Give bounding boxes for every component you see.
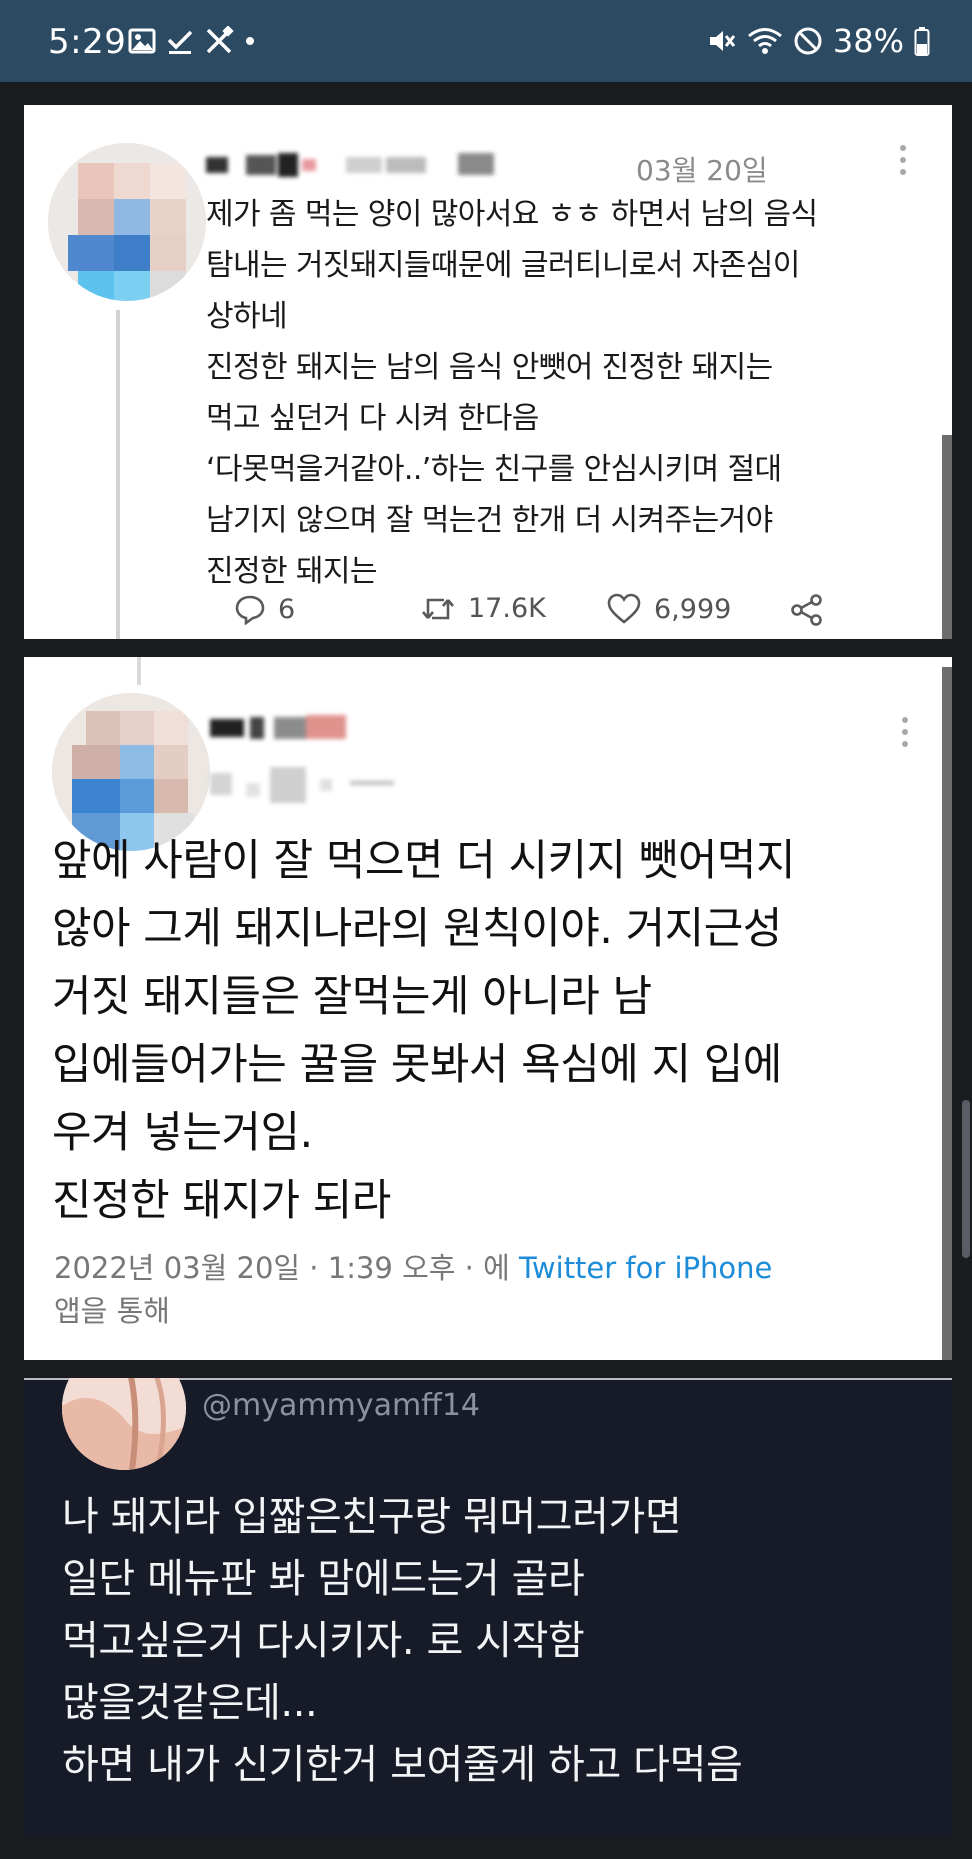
- tweet-actions: 6 17.6K 6,999: [208, 593, 848, 633]
- blurred-username: [206, 153, 506, 177]
- tweet-line: 앞에 사람이 잘 먹으면 더 시키지 뺏어먹지: [52, 836, 796, 886]
- tweet-text: 제가 좀 먹는 양이 많아서요 ㅎㅎ 하면서 남의 음식 탐내는 거짓돼지들때문…: [206, 189, 926, 597]
- reply-tweet[interactable]: @myammyamff14 나 돼지라 입짧은친구랑 뭐머그러가면 일단 메뉴판…: [24, 1378, 952, 1837]
- reply-button[interactable]: 6: [234, 593, 295, 625]
- avatar[interactable]: [62, 1378, 186, 1470]
- wifi-icon: [747, 26, 783, 56]
- status-bar: 5:29 38%: [0, 0, 972, 82]
- check-icon: [166, 27, 194, 55]
- reply-icon: [234, 593, 266, 625]
- tweet-card-2[interactable]: 앞에 사람이 잘 먹으면 더 시키지 뺏어먹지 않아 그게 돼지나라의 원칙이야…: [24, 657, 952, 1360]
- tweet-line: 제가 좀 먹는 양이 많아서요 ㅎㅎ 하면서 남의 음식: [206, 197, 818, 232]
- client-link[interactable]: Twitter for iPhone: [519, 1251, 772, 1285]
- reply-line: 먹고싶은거 다시키자. 로 시작함: [62, 1618, 585, 1664]
- like-count: 6,999: [654, 593, 732, 625]
- share-icon: [790, 593, 824, 627]
- tools-icon: [204, 26, 234, 56]
- tweet-timestamp: 2022년 03월 20일 · 1:39 오후 · 에: [54, 1251, 519, 1285]
- tweet-line: 진정한 돼지가 되라: [52, 1176, 391, 1226]
- tweet-line: 입에들어가는 꿀을 못봐서 욕심에 지 입에: [52, 1040, 782, 1090]
- status-time: 5:29: [48, 22, 127, 62]
- thread-line-top: [137, 657, 141, 685]
- battery-icon: [914, 26, 930, 56]
- image-icon: [128, 27, 156, 55]
- retweet-button[interactable]: 17.6K: [420, 593, 546, 624]
- tweet-line: 탐내는 거짓돼지들때문에 글러티니로서 자존심이: [206, 248, 800, 283]
- blurred-handle: [210, 763, 470, 803]
- client-suffix: 앱을 통해: [54, 1294, 170, 1328]
- like-button[interactable]: 6,999: [606, 593, 731, 625]
- tweet-line: 않아 그게 돼지나라의 원칙이야. 거지근성: [52, 904, 782, 954]
- tweet-line: 남기지 않으며 잘 먹는건 한개 더 시켜주는거야: [206, 503, 773, 538]
- tweet-line: ‘다못먹을거같아..’하는 친구를 안심시키며 절대: [206, 452, 782, 487]
- reply-line: 하면 내가 신기한거 보여줄게 하고 다먹음: [62, 1742, 743, 1788]
- tweet-line: 진정한 돼지는 남의 음식 안뺏어 진정한 돼지는: [206, 350, 773, 385]
- system-icons: 38%: [707, 22, 930, 60]
- more-options-icon[interactable]: [900, 717, 910, 747]
- tweet-line: 우겨 넣는거임.: [52, 1108, 313, 1158]
- tweet-line: 먹고 싶던거 다 시켜 한다음: [206, 401, 539, 436]
- user-handle[interactable]: @myammyamff14: [202, 1388, 480, 1423]
- retweet-count: 17.6K: [468, 593, 546, 624]
- reply-line: 일단 메뉴판 봐 맘에드는거 골라: [62, 1556, 585, 1602]
- reply-count: 6: [278, 593, 296, 625]
- do-not-disturb-icon: [793, 26, 823, 56]
- page-scrollbar[interactable]: [962, 1100, 970, 1258]
- blurred-username: [210, 715, 350, 743]
- tweet-line: 진정한 돼지는: [206, 554, 378, 589]
- tweet-card-1[interactable]: 03월 20일 제가 좀 먹는 양이 많아서요 ㅎㅎ 하면서 남의 음식 탐내는…: [24, 105, 952, 639]
- reply-text: 나 돼지라 입짧은친구랑 뭐머그러가면 일단 메뉴판 봐 맘에드는거 골라 먹고…: [62, 1486, 942, 1796]
- scrollbar[interactable]: [942, 435, 952, 639]
- share-button[interactable]: [790, 593, 824, 627]
- heart-icon: [606, 593, 642, 625]
- thread-line: [116, 310, 120, 639]
- reply-line: 많을것같은데...: [62, 1680, 318, 1726]
- tweet-date: 03월 20일: [636, 154, 768, 187]
- retweet-icon: [420, 594, 456, 624]
- scrollbar[interactable]: [942, 667, 952, 1360]
- mute-icon: [707, 26, 737, 56]
- notification-icons: [128, 24, 256, 58]
- avatar[interactable]: [48, 143, 206, 301]
- tweet-line: 상하네: [206, 299, 288, 334]
- more-options-icon[interactable]: [898, 145, 908, 175]
- reply-line: 나 돼지라 입짧은친구랑 뭐머그러가면: [62, 1494, 682, 1540]
- battery-percent: 38%: [832, 22, 904, 60]
- tweet-meta: 2022년 03월 20일 · 1:39 오후 · 에 Twitter for …: [54, 1247, 934, 1333]
- dot-icon: [244, 35, 256, 47]
- tweet-line: 거짓 돼지들은 잘먹는게 아니라 남: [52, 972, 652, 1022]
- tweet-text: 앞에 사람이 잘 먹으면 더 시키지 뺏어먹지 않아 그게 돼지나라의 원칙이야…: [52, 827, 932, 1235]
